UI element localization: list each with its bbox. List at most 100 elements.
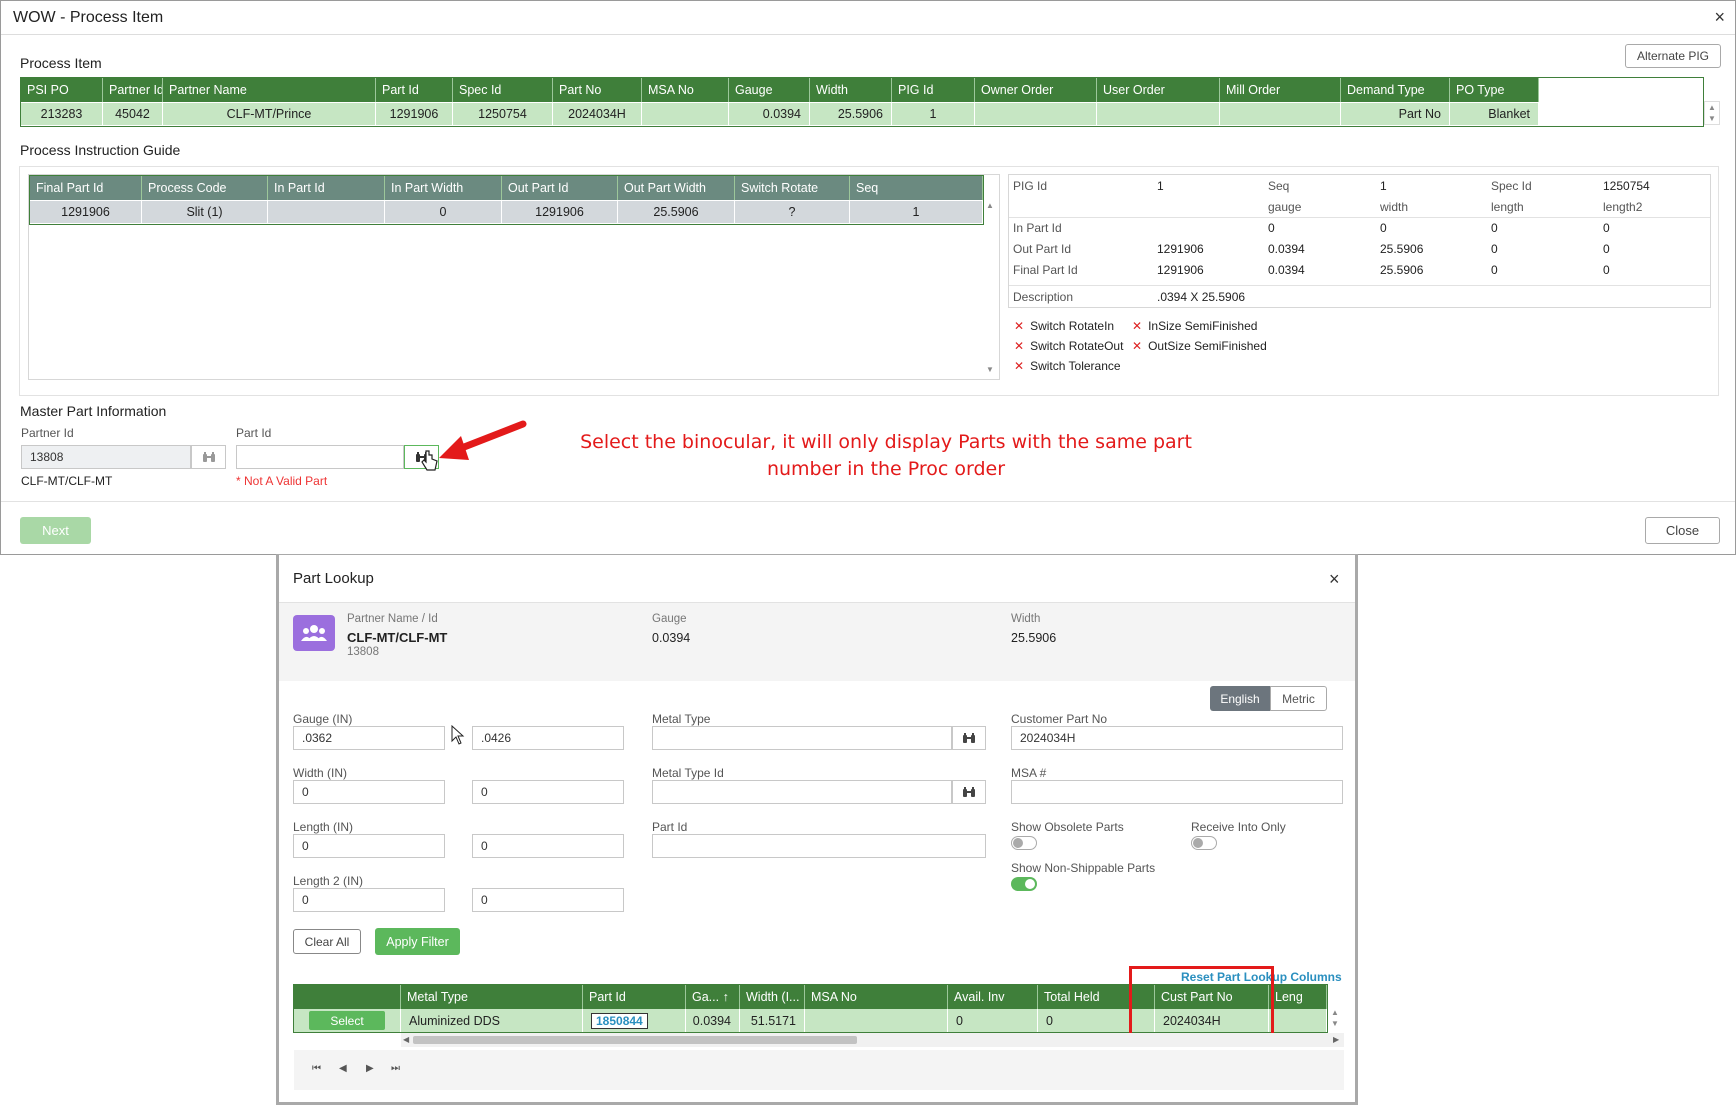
grid-cell[interactable]: 213283 — [21, 103, 103, 125]
grid-column-header[interactable]: PSI PO — [21, 78, 103, 102]
grid-cell[interactable]: CLF-MT/Prince — [163, 103, 376, 125]
grid-cell[interactable]: 1291906 — [30, 201, 142, 223]
grid-cell[interactable] — [805, 1009, 948, 1032]
process-item-scrollbar[interactable]: ▲ ▼ — [1704, 101, 1720, 125]
scroll-down-icon[interactable]: ▼ — [986, 365, 994, 374]
length-max-input[interactable]: 0 — [472, 834, 624, 858]
grid-cell[interactable]: Select — [294, 1009, 401, 1032]
grid-cell[interactable]: 45042 — [103, 103, 163, 125]
metal-type-binocular-button[interactable] — [952, 726, 986, 750]
grid-column-header[interactable]: Demand Type — [1341, 78, 1450, 102]
grid-column-header[interactable]: Metal Type — [401, 985, 583, 1009]
grid-vertical-scrollbar[interactable]: ▲ ▼ — [1329, 1007, 1341, 1031]
next-page-icon[interactable]: ▶ — [366, 1063, 374, 1074]
grid-column-header[interactable] — [294, 985, 401, 1009]
grid-column-header[interactable]: Out Part Width — [618, 176, 735, 200]
grid-column-header[interactable]: Spec Id — [453, 78, 553, 102]
grid-cell[interactable] — [642, 103, 729, 125]
gauge-max-input[interactable]: .0426 — [472, 726, 624, 750]
grid-cell[interactable]: 0.0394 — [686, 1009, 740, 1032]
grid-cell[interactable]: 1291906 — [502, 201, 618, 223]
close-button[interactable]: Close — [1645, 517, 1720, 544]
first-page-icon[interactable]: ⏮ — [312, 1063, 321, 1074]
scrollbar-thumb[interactable] — [413, 1036, 857, 1044]
grid-column-header[interactable]: Part No — [553, 78, 642, 102]
grid-cell[interactable]: 1 — [892, 103, 975, 125]
length-min-input[interactable]: 0 — [293, 834, 445, 858]
width-min-input[interactable]: 0 — [293, 780, 445, 804]
last-page-icon[interactable]: ⏭ — [391, 1063, 400, 1074]
lookup-part-id-input[interactable] — [652, 834, 986, 858]
grid-column-header[interactable]: Part Id — [376, 78, 453, 102]
grid-column-header[interactable]: Gauge — [729, 78, 810, 102]
scroll-left-icon[interactable]: ◀ — [403, 1033, 409, 1047]
grid-cell[interactable]: Part No — [1341, 103, 1450, 125]
grid-cell[interactable]: 1850844 — [583, 1009, 686, 1032]
grid-column-header[interactable]: Partner Name — [163, 78, 376, 102]
metal-type-input[interactable] — [652, 726, 952, 750]
clear-all-button[interactable]: Clear All — [293, 929, 361, 954]
grid-cell[interactable] — [1269, 1009, 1327, 1032]
prev-page-icon[interactable]: ◀ — [339, 1063, 347, 1074]
grid-column-header[interactable]: Width (I... — [740, 985, 805, 1009]
grid-cell[interactable] — [268, 201, 385, 223]
grid-column-header[interactable]: Final Part Id — [30, 176, 142, 200]
grid-column-header[interactable]: Width — [810, 78, 892, 102]
grid-column-header[interactable]: In Part Id — [268, 176, 385, 200]
show-obsolete-toggle[interactable] — [1011, 836, 1037, 850]
partner-binocular-button[interactable] — [191, 445, 226, 469]
grid-cell[interactable] — [1220, 103, 1341, 125]
window-close-icon[interactable]: × — [1714, 7, 1725, 28]
grid-column-header[interactable]: MSA No — [805, 985, 948, 1009]
grid-column-header[interactable]: PIG Id — [892, 78, 975, 102]
grid-cell[interactable]: Slit (1) — [142, 201, 268, 223]
grid-column-header[interactable]: Ga... ↑ — [686, 985, 740, 1009]
metric-units-button[interactable]: Metric — [1270, 686, 1327, 711]
width-max-input[interactable]: 0 — [472, 780, 624, 804]
grid-cell[interactable]: 1250754 — [453, 103, 553, 125]
grid-cell[interactable]: 1 — [850, 201, 983, 223]
grid-column-header[interactable]: Out Part Id — [502, 176, 618, 200]
grid-cell[interactable]: Aluminized DDS — [401, 1009, 583, 1032]
scroll-up-icon[interactable]: ▲ — [986, 201, 994, 210]
next-button[interactable]: Next — [20, 517, 91, 544]
grid-column-header[interactable]: In Part Width — [385, 176, 502, 200]
grid-column-header[interactable]: Seq — [850, 176, 983, 200]
metal-type-id-binocular-button[interactable] — [952, 780, 986, 804]
grid-column-header[interactable]: Part Id — [583, 985, 686, 1009]
grid-cell[interactable]: 0 — [385, 201, 502, 223]
grid-cell[interactable]: ? — [735, 201, 850, 223]
grid-cell[interactable]: 0.0394 — [729, 103, 810, 125]
part-id-input[interactable] — [236, 445, 404, 469]
customer-part-no-input[interactable]: 2024034H — [1011, 726, 1343, 750]
grid-cell[interactable] — [975, 103, 1097, 125]
grid-cell[interactable]: 1291906 — [376, 103, 453, 125]
grid-column-header[interactable]: Partner Id — [103, 78, 163, 102]
grid-cell[interactable]: 25.5906 — [618, 201, 735, 223]
msa-input[interactable] — [1011, 780, 1343, 804]
receive-into-toggle[interactable] — [1191, 836, 1217, 850]
grid-column-header[interactable]: Avail. Inv — [948, 985, 1038, 1009]
part-id-link[interactable]: 1850844 — [591, 1012, 648, 1029]
grid-cell[interactable]: 0 — [948, 1009, 1038, 1032]
grid-horizontal-scrollbar[interactable]: ◀ ▶ — [401, 1033, 1344, 1047]
grid-column-header[interactable]: Owner Order — [975, 78, 1097, 102]
grid-column-header[interactable]: User Order — [1097, 78, 1220, 102]
grid-cell[interactable]: 2024034H — [553, 103, 642, 125]
length2-max-input[interactable]: 0 — [472, 888, 624, 912]
grid-column-header[interactable]: Process Code — [142, 176, 268, 200]
length2-min-input[interactable]: 0 — [293, 888, 445, 912]
alternate-pig-button[interactable]: Alternate PIG — [1625, 44, 1721, 68]
lookup-close-icon[interactable]: × — [1329, 569, 1340, 590]
english-units-button[interactable]: English — [1210, 686, 1270, 711]
select-row-button[interactable]: Select — [309, 1011, 385, 1030]
grid-column-header[interactable]: Leng — [1269, 985, 1327, 1009]
grid-column-header[interactable]: PO Type — [1450, 78, 1539, 102]
apply-filter-button[interactable]: Apply Filter — [375, 928, 460, 955]
grid-column-header[interactable]: Mill Order — [1220, 78, 1341, 102]
grid-column-header[interactable]: Switch Rotate — [735, 176, 850, 200]
grid-cell[interactable]: 51.5171 — [740, 1009, 805, 1032]
metal-type-id-input[interactable] — [652, 780, 952, 804]
grid-column-header[interactable]: MSA No — [642, 78, 729, 102]
grid-cell[interactable] — [1097, 103, 1220, 125]
